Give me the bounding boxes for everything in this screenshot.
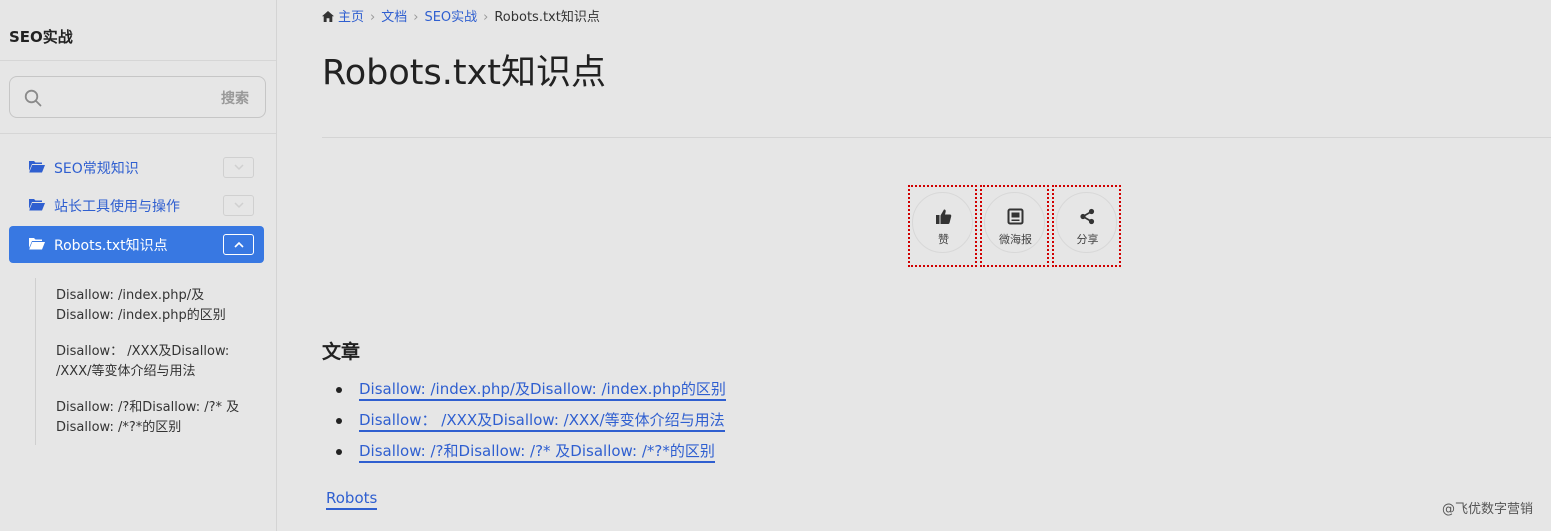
action-label: 微海报 (999, 233, 1032, 246)
sidebar-item-label: SEO常规知识 (54, 161, 139, 177)
sidebar-subitem-line: Disallow： /XXX及Disallow: (56, 344, 230, 359)
chevron-down-icon (234, 164, 244, 171)
thumbs-up-icon (936, 209, 952, 224)
sidebar-subitem-line: Disallow: /index.php的区别 (56, 308, 226, 323)
poster-circle: 微海报 (984, 192, 1045, 253)
sidebar-title: SEO实战 (9, 28, 73, 46)
breadcrumb: 主页 › 文档 › SEO实战 › Robots.txt知识点 (322, 8, 600, 28)
article-link[interactable]: Disallow: /?和Disallow: /?* 及Disallow: /*… (359, 442, 715, 463)
chevron-down-icon (234, 202, 244, 209)
search-button[interactable]: 搜索 (221, 88, 249, 108)
like-circle: 赞 (912, 192, 973, 253)
list-item: Disallow: /?和Disallow: /?* 及Disallow: /*… (336, 440, 726, 471)
tag-link[interactable]: Robots (326, 489, 378, 510)
search-input[interactable] (54, 85, 214, 109)
sidebar-item-label: Robots.txt知识点 (54, 238, 168, 254)
expand-toggle[interactable] (223, 195, 254, 216)
share-circle: 分享 (1056, 192, 1117, 253)
list-item: Disallow: /index.php/及Disallow: /index.p… (336, 378, 726, 409)
article-link[interactable]: Disallow： /XXX及Disallow: /XXX/等变体介绍与用法 (359, 411, 725, 432)
poster-button[interactable]: 微海报 (980, 185, 1049, 267)
sidebar-divider (0, 133, 276, 134)
sidebar-subitem[interactable]: Disallow: /index.php/及 Disallow: /index.… (56, 286, 256, 326)
sidebar: SEO实战 搜索 SEO常规知识 站长工具使用与操作 Robots.txt知识点… (0, 0, 277, 531)
sidebar-subitem-line: Disallow: /*?*的区别 (56, 420, 182, 435)
bullet (336, 418, 342, 424)
like-button[interactable]: 赞 (908, 185, 977, 267)
subtree-line (35, 278, 36, 445)
bullet (336, 387, 342, 393)
sidebar-subitem[interactable]: Disallow： /XXX及Disallow: /XXX/等变体介绍与用法 (56, 342, 256, 382)
sidebar-item-label: 站长工具使用与操作 (54, 199, 180, 215)
search-box[interactable]: 搜索 (9, 76, 266, 118)
breadcrumb-section-link[interactable]: SEO实战 (424, 10, 477, 25)
action-label: 赞 (938, 233, 949, 246)
breadcrumb-current: Robots.txt知识点 (494, 10, 600, 25)
chevron-right-icon: › (413, 10, 419, 25)
home-icon (322, 11, 334, 22)
sidebar-subitem-line: Disallow: /?和Disallow: /?* 及 (56, 400, 240, 415)
collapse-toggle[interactable] (223, 234, 254, 255)
chevron-right-icon: › (370, 10, 376, 25)
sidebar-item-robots-txt[interactable]: Robots.txt知识点 (9, 226, 264, 263)
bullet (336, 449, 342, 455)
folder-open-icon (29, 238, 45, 250)
folder-open-icon (29, 161, 45, 173)
page-title: Robots.txt知识点 (322, 53, 607, 93)
sidebar-item-seo-basics[interactable]: SEO常规知识 (9, 149, 264, 185)
breadcrumb-home-link[interactable]: 主页 (338, 10, 364, 25)
sidebar-subitem[interactable]: Disallow: /?和Disallow: /?* 及 Disallow: /… (56, 398, 256, 438)
sidebar-subitem-line: Disallow: /index.php/及 (56, 288, 205, 303)
action-label: 分享 (1076, 233, 1099, 246)
content-divider (322, 137, 1551, 138)
folder-open-icon (29, 199, 45, 211)
poster-icon (1007, 208, 1024, 225)
expand-toggle[interactable] (223, 157, 254, 178)
articles-heading: 文章 (322, 341, 361, 363)
breadcrumb-docs-link[interactable]: 文档 (381, 10, 407, 25)
share-button[interactable]: 分享 (1052, 185, 1121, 267)
sidebar-item-webmaster-tools[interactable]: 站长工具使用与操作 (9, 187, 264, 223)
sidebar-subitem-line: /XXX/等变体介绍与用法 (56, 364, 196, 379)
article-list: Disallow: /index.php/及Disallow: /index.p… (336, 378, 726, 471)
chevron-right-icon: › (483, 10, 489, 25)
chevron-up-icon (234, 241, 244, 248)
list-item: Disallow： /XXX及Disallow: /XXX/等变体介绍与用法 (336, 409, 726, 440)
search-icon (24, 89, 42, 107)
watermark: @飞优数字营销 (1441, 502, 1533, 517)
share-icon (1080, 208, 1095, 225)
sidebar-divider (0, 60, 276, 61)
article-link[interactable]: Disallow: /index.php/及Disallow: /index.p… (359, 380, 726, 401)
